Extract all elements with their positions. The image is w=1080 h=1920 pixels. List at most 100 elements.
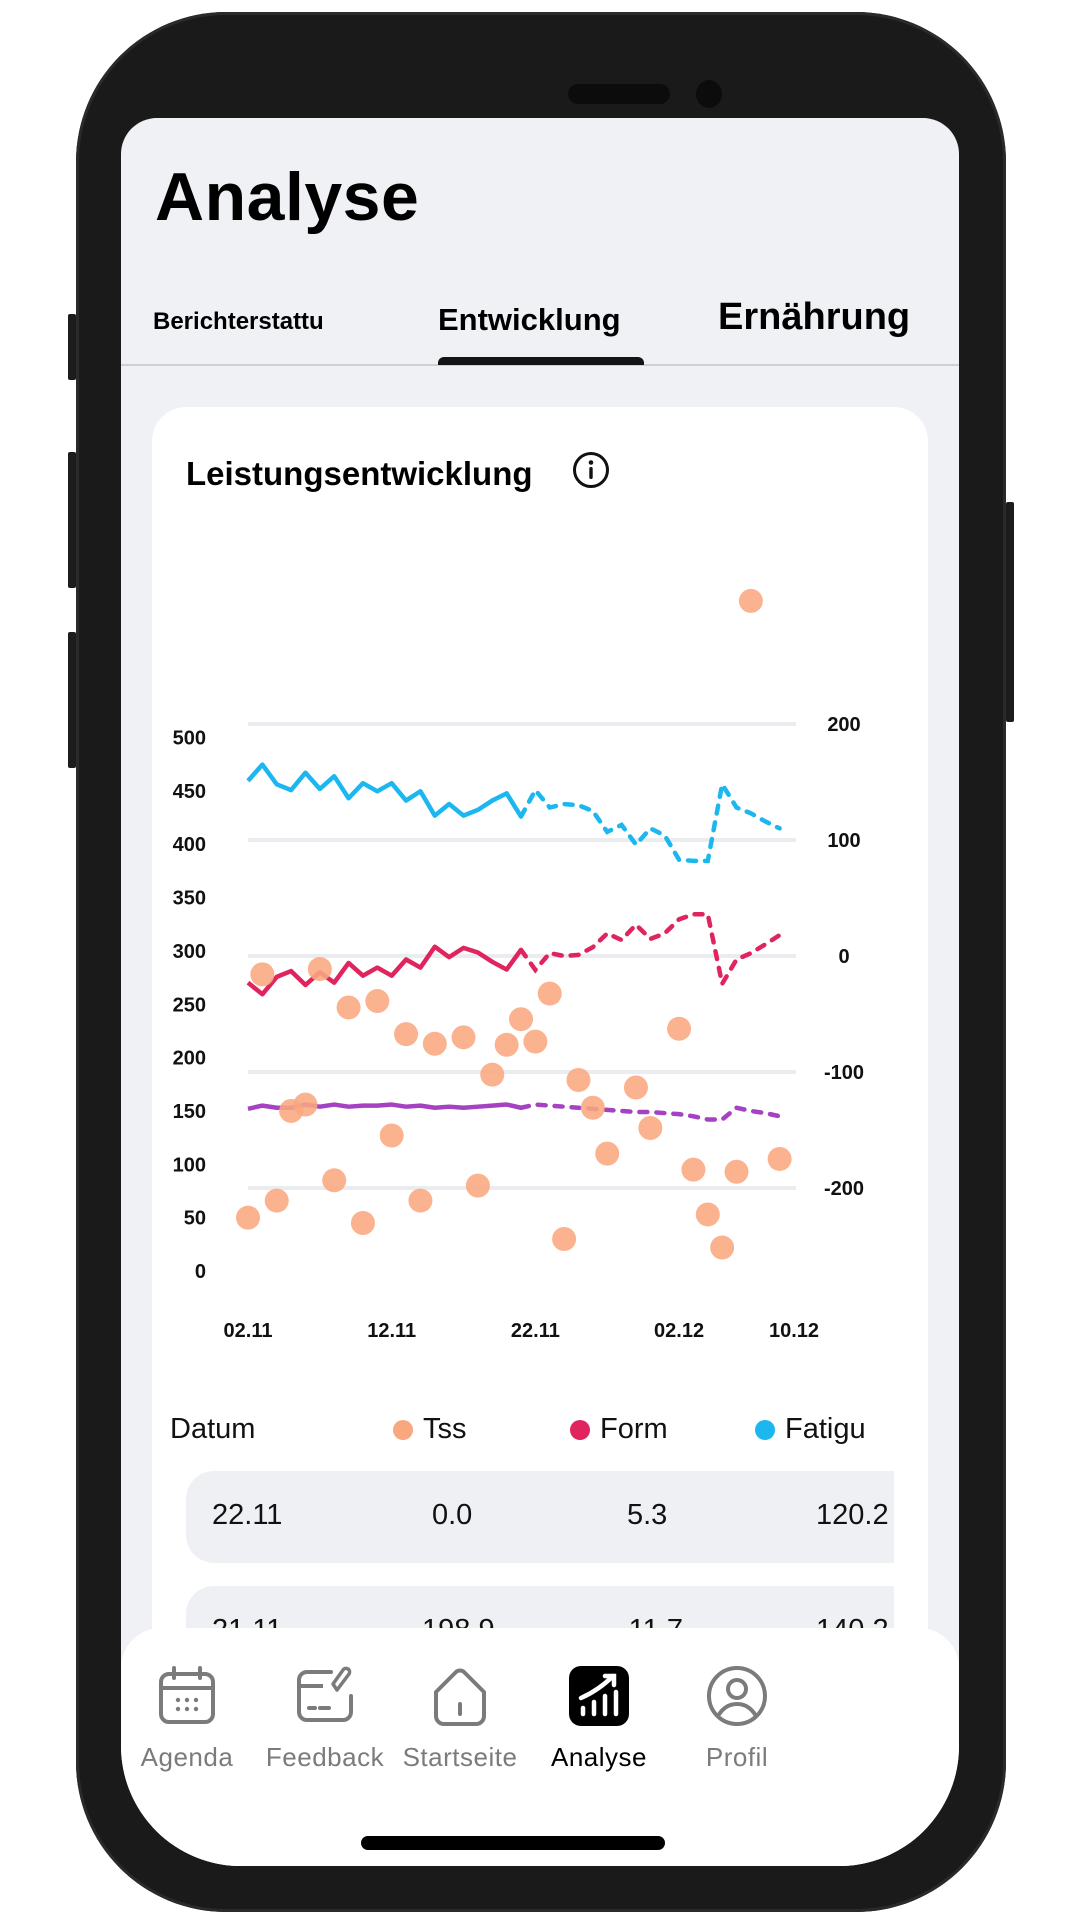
x-tick-label: 02.11 — [224, 1320, 273, 1342]
tab-entwicklung[interactable]: Entwicklung — [438, 302, 621, 338]
tab-bar: Berichterstattu Entwicklung Ernährung — [121, 278, 959, 366]
app-screen: Analyse Berichterstattu Entwicklung Ernä… — [121, 118, 959, 1866]
analytics-chart-icon — [569, 1666, 629, 1726]
column-header-tss[interactable]: Tss — [393, 1413, 467, 1446]
tss-point — [379, 1123, 404, 1148]
y-left-tick-label: 200 — [173, 1048, 206, 1070]
tss-point — [681, 1157, 706, 1182]
phone-camera — [696, 80, 722, 108]
tss-point — [350, 1210, 375, 1235]
tss-point — [595, 1141, 620, 1166]
tss-point — [322, 1168, 347, 1193]
phone-mute-switch — [68, 314, 76, 380]
nav-profil[interactable]: Profil — [657, 1664, 817, 1773]
phone-volume-down-button — [68, 632, 76, 768]
cell-form: 5.3 — [627, 1499, 668, 1531]
fatigue-line-actual — [246, 762, 523, 818]
column-label: Tss — [423, 1413, 467, 1445]
tss-point — [250, 962, 275, 987]
home-indicator[interactable] — [361, 1836, 665, 1850]
y-right-tick-label: 100 — [827, 830, 860, 852]
nav-label: Analyse — [551, 1742, 647, 1772]
y-left-tick-label: 500 — [173, 728, 206, 750]
column-header-form[interactable]: Form — [570, 1413, 668, 1446]
bottom-navigation: Agenda Feedback Startseite Analyse Profi… — [121, 1628, 959, 1866]
y-left-tick-label: 50 — [184, 1208, 206, 1230]
form-line-actual — [246, 944, 523, 997]
tss-point — [408, 1188, 433, 1213]
tss-point — [307, 957, 332, 982]
y-left-tick-label: 350 — [173, 888, 206, 910]
fatigue-legend-dot — [755, 1419, 775, 1440]
tss-point — [480, 1062, 505, 1087]
nav-startseite[interactable]: Startseite — [380, 1664, 540, 1773]
y-left-tick-label: 100 — [173, 1154, 206, 1176]
tss-point — [537, 981, 562, 1006]
tss-point — [638, 1116, 663, 1141]
tss-point — [710, 1235, 735, 1260]
column-label: Fatigu — [785, 1413, 866, 1445]
column-header-datum: Datum — [170, 1413, 255, 1446]
tss-point — [623, 1075, 648, 1100]
x-tick-label: 12.11 — [367, 1320, 416, 1342]
cell-datum: 22.11 — [212, 1499, 283, 1531]
tss-point — [695, 1202, 720, 1227]
tss-point — [336, 995, 361, 1020]
tss-point — [580, 1095, 605, 1120]
tss-point — [494, 1032, 519, 1057]
nav-label: Startseite — [402, 1742, 518, 1772]
y-right-tick-label: 0 — [838, 946, 849, 968]
feedback-edit-icon — [297, 1666, 353, 1722]
tss-point — [465, 1173, 490, 1198]
tss-point — [451, 1025, 476, 1050]
x-tick-label: 10.12 — [769, 1320, 819, 1342]
form-legend-dot — [570, 1419, 590, 1440]
column-label: Form — [600, 1413, 668, 1445]
y-right-tick-label: -200 — [824, 1178, 864, 1200]
page-title: Analyse — [155, 159, 420, 235]
active-tab-indicator — [438, 357, 644, 365]
y-left-tick-label: 150 — [173, 1101, 206, 1123]
nav-analyse[interactable]: Analyse — [519, 1664, 679, 1773]
y-left-tick-label: 250 — [173, 994, 206, 1016]
tss-point — [552, 1226, 577, 1251]
tss-point — [394, 1022, 419, 1047]
cell-tss: 0.0 — [432, 1499, 473, 1531]
phone-power-button — [1006, 502, 1014, 722]
y-left-tick-label: 450 — [173, 781, 206, 803]
y-left-tick-label: 0 — [195, 1261, 206, 1283]
phone-speaker — [568, 84, 670, 104]
cell-fatigue: 120.2 — [816, 1499, 889, 1531]
performance-chart: 0 50 100 150 200 250 300 350 400 450 500 -200 -100 0 1… — [173, 588, 864, 1342]
tss-point — [724, 1159, 749, 1184]
tss-point — [264, 1188, 289, 1213]
fatigue-line-forecast — [518, 778, 782, 864]
column-header-fatigue[interactable]: Fatigu — [755, 1413, 895, 1446]
tss-legend-dot — [393, 1419, 413, 1440]
tss-point — [365, 989, 390, 1014]
y-right-tick-label: 200 — [827, 714, 860, 736]
table-header: Datum Tss Form Fatigu — [152, 1413, 928, 1463]
profile-icon — [707, 1666, 767, 1726]
column-label: Datum — [170, 1413, 256, 1445]
form-line-forecast — [518, 911, 782, 991]
y-left-tick-label: 300 — [173, 941, 206, 963]
phone-volume-up-button — [68, 452, 76, 588]
tss-point — [293, 1092, 318, 1117]
tss-point — [667, 1016, 692, 1041]
tab-ernaehrung[interactable]: Ernährung — [718, 296, 910, 339]
tss-point — [738, 588, 763, 613]
tss-point — [509, 1007, 533, 1032]
tss-point — [523, 1029, 548, 1054]
tss-point — [566, 1068, 591, 1093]
tss-point — [422, 1031, 447, 1056]
tss-point — [236, 1205, 260, 1230]
tss-point — [767, 1146, 792, 1171]
x-tick-label: 02.12 — [654, 1320, 704, 1342]
table-row[interactable]: 22.11 0.0 5.3 120.2 — [186, 1471, 894, 1563]
x-tick-label: 22.11 — [511, 1320, 560, 1342]
y-left-tick-label: 400 — [173, 834, 206, 856]
calendar-icon — [159, 1666, 215, 1724]
y-right-tick-label: -100 — [824, 1062, 864, 1084]
tab-berichterstattung[interactable]: Berichterstattu — [153, 308, 324, 336]
